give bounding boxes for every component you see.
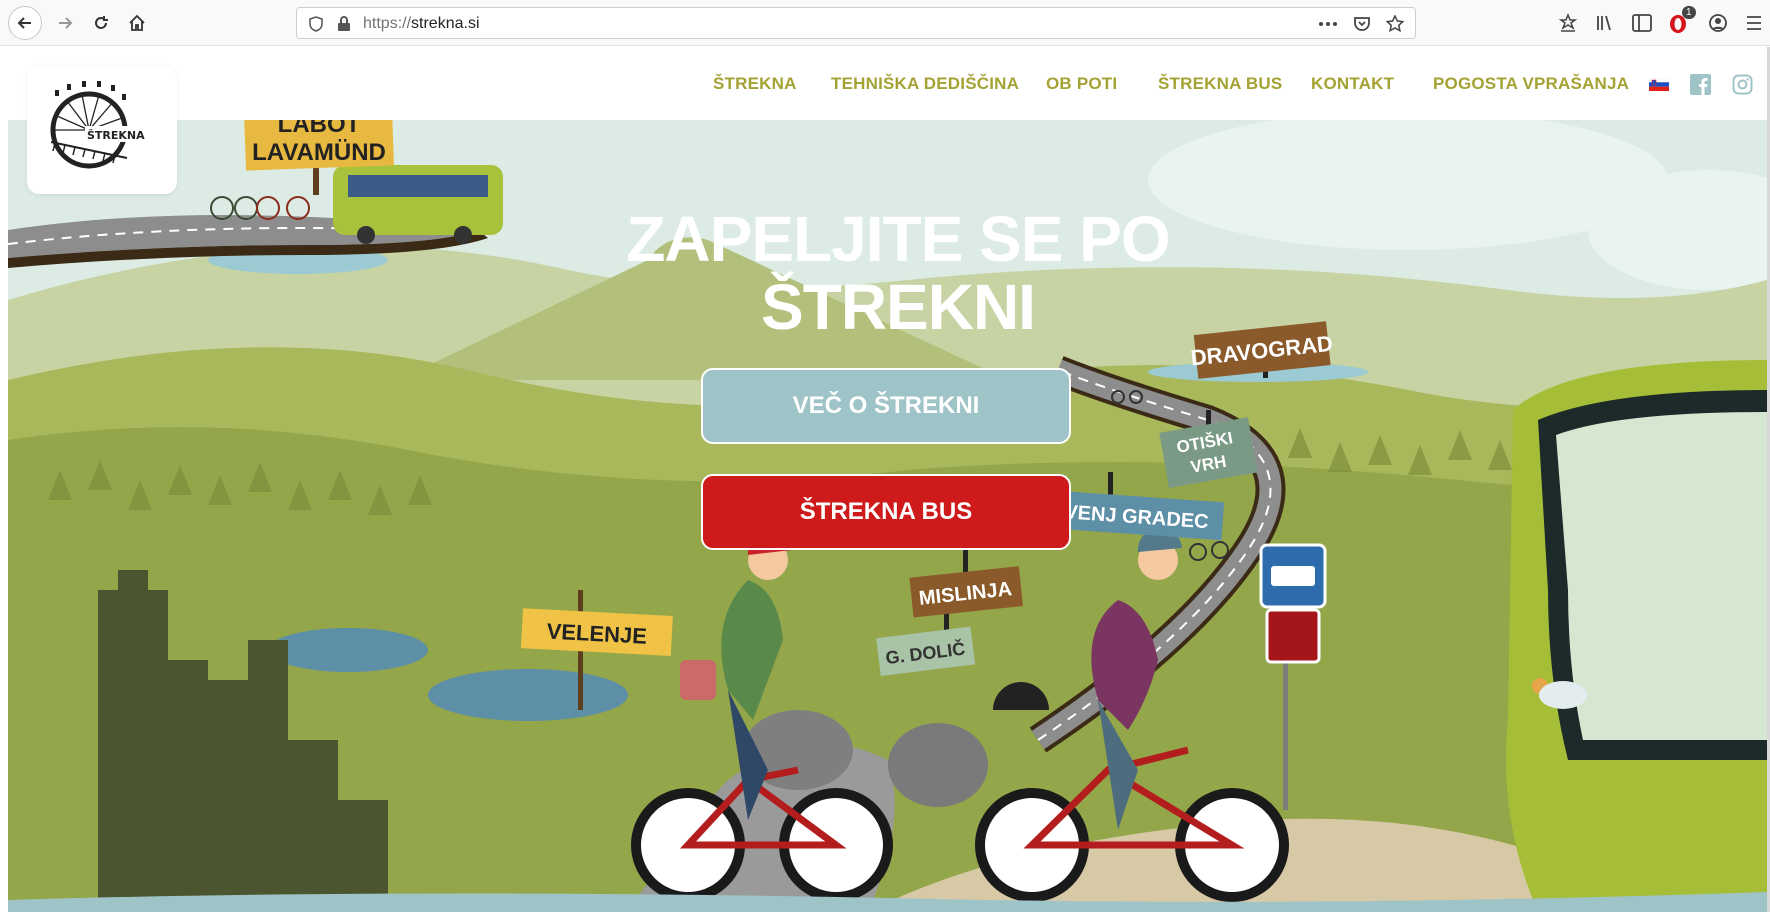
notification-badge: 1 xyxy=(1682,6,1696,19)
reload-button[interactable] xyxy=(84,6,118,40)
url-host: strekna.si xyxy=(411,15,480,32)
forward-arrow-icon xyxy=(59,17,73,29)
reload-icon xyxy=(95,16,108,29)
nav-item-tehniska-dediscina[interactable]: TEHNIŠKA DEDIŠČINA xyxy=(831,74,1019,94)
sign-velenje: VELENJE xyxy=(520,608,673,656)
hero-title-line1: ZAPELJITE SE PO xyxy=(626,203,1170,275)
library-icon[interactable] xyxy=(1593,11,1617,35)
site-logo[interactable]: ŠTREKNA xyxy=(27,66,177,194)
url-protocol: https:// xyxy=(363,15,412,32)
pocket-icon[interactable] xyxy=(1353,15,1371,33)
account-icon[interactable] xyxy=(1706,11,1730,35)
sign-labot-text: LABOT xyxy=(278,120,361,138)
sign-velenje-text: VELENJE xyxy=(546,618,647,648)
url-text[interactable]: https://strekna.si xyxy=(363,15,480,33)
forward-button[interactable] xyxy=(48,6,82,40)
shield-icon[interactable] xyxy=(307,15,325,33)
logo-text: ŠTREKNA xyxy=(87,129,145,142)
menu-icon[interactable] xyxy=(1742,11,1766,35)
browser-toolbar: https://strekna.si 1 xyxy=(0,0,1770,46)
address-bar[interactable]: https://strekna.si xyxy=(296,7,1416,39)
lock-icon[interactable] xyxy=(335,15,353,33)
back-button[interactable] xyxy=(8,6,42,40)
facebook-icon[interactable] xyxy=(1690,74,1711,95)
strekna-logo-icon: ŠTREKNA xyxy=(50,81,167,169)
opera-extension-icon[interactable]: 1 xyxy=(1668,6,1696,35)
back-arrow-icon xyxy=(17,17,31,29)
nav-item-strekna-bus[interactable]: ŠTREKNA BUS xyxy=(1158,74,1282,94)
home-icon xyxy=(129,14,145,31)
more-actions-icon[interactable] xyxy=(1319,15,1337,33)
home-button[interactable] xyxy=(120,6,154,40)
strekna-bus-button[interactable]: ŠTREKNA BUS xyxy=(701,474,1071,550)
nav-item-ob-poti[interactable]: OB POTI xyxy=(1046,74,1117,94)
nav-item-strekna[interactable]: ŠTREKNA xyxy=(713,74,797,94)
instagram-icon[interactable] xyxy=(1732,74,1753,95)
nav-item-kontakt[interactable]: KONTAKT xyxy=(1311,74,1394,94)
bookmark-star-icon[interactable] xyxy=(1386,15,1404,33)
nav-item-pogosta-vprasanja[interactable]: POGOSTA VPRAŠANJA xyxy=(1433,74,1629,94)
sign-lavamund-text: LAVAMÜND xyxy=(252,139,386,166)
slovenian-flag-icon[interactable] xyxy=(1648,77,1670,91)
sidebar-icon[interactable] xyxy=(1630,11,1654,35)
hero-title: ZAPELJITE SE PO ŠTREKNI xyxy=(558,205,1238,341)
site-header: ŠTREKNA TEHNIŠKA DEDIŠČINA OB POTI ŠTREK… xyxy=(8,47,1770,120)
more-about-strekna-button[interactable]: VEČ O ŠTREKNI xyxy=(701,368,1071,444)
sign-labot: LABOT LAVAMÜND xyxy=(243,120,394,171)
hero-section: LABOT LAVAMÜND DRAVOGRAD OTIŠKI VRH SLOV… xyxy=(8,120,1767,912)
hero-title-line2: ŠTREKNI xyxy=(761,271,1036,343)
reading-list-icon[interactable] xyxy=(1556,11,1580,35)
